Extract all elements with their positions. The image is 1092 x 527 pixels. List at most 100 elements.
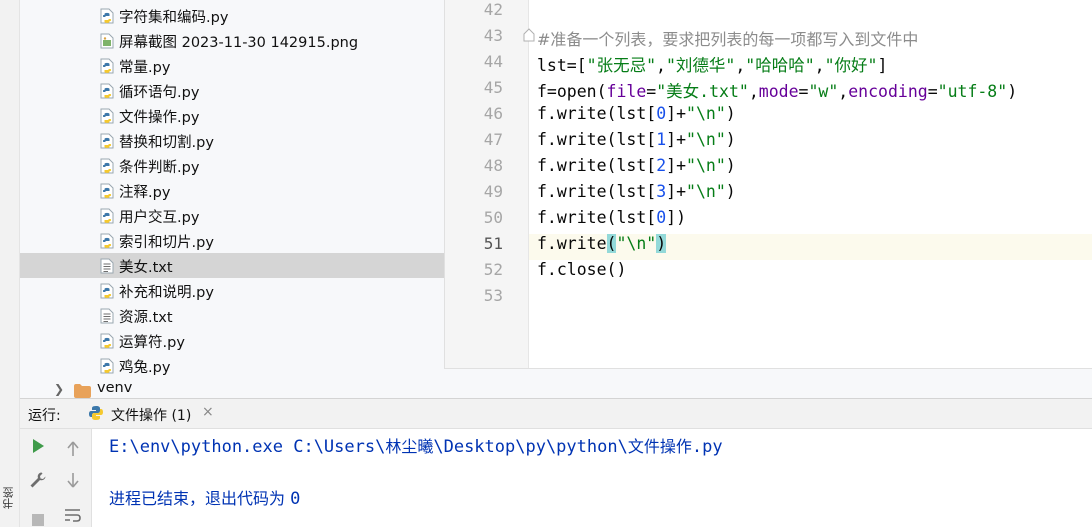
tree-file-item[interactable]: 条件判断.py — [20, 153, 444, 178]
run-tab[interactable]: 文件操作 (1) × — [84, 399, 220, 429]
file-name: 美女.txt — [119, 260, 173, 276]
tree-folder-venv[interactable]: ❯ venv — [20, 378, 444, 398]
code-token: ]) — [666, 208, 687, 227]
text-file-icon — [100, 308, 114, 324]
console-exit-line: 进程已结束，退出代码为 0 — [109, 485, 300, 509]
code-token: f.write — [537, 234, 607, 253]
wrench-icon — [30, 472, 46, 488]
bookmarks-tab[interactable]: 书签 — [1, 470, 19, 526]
code-number: 0 — [656, 208, 667, 227]
code-token: f.close() — [537, 260, 627, 279]
code-line-47: f.write(lst[1]+"\n") — [537, 130, 736, 149]
code-token: ) — [725, 104, 736, 123]
editor-bottom-area — [444, 368, 1092, 398]
code-token: , — [656, 56, 666, 75]
code-token: ]+ — [666, 182, 687, 201]
code-token: ]+ — [666, 156, 687, 175]
tree-file-item[interactable]: 注释.py — [20, 178, 444, 203]
code-number: 2 — [656, 156, 667, 175]
tree-file-item[interactable]: 字符集和编码.py — [20, 3, 444, 28]
tree-file-item[interactable]: 替换和切割.py — [20, 128, 444, 153]
soft-wrap-button[interactable] — [61, 503, 85, 527]
code-number: 0 — [656, 104, 667, 123]
line-number: 44 — [483, 52, 503, 71]
code-line-44: lst=["张无忌","刘德华","哈哈哈","你好"] — [537, 52, 887, 76]
code-token: ) — [725, 182, 736, 201]
chevron-right-icon[interactable]: ❯ — [54, 382, 64, 396]
python-file-icon — [100, 358, 114, 374]
python-file-icon — [100, 83, 114, 99]
code-string: "\n" — [686, 104, 726, 123]
settings-button[interactable] — [26, 468, 50, 492]
tree-file-item[interactable]: 补充和说明.py — [20, 278, 444, 303]
code-token: ) — [725, 156, 736, 175]
line-number: 43 — [483, 26, 503, 45]
file-name: 文件操作.py — [119, 110, 200, 126]
code-token: ]+ — [666, 104, 687, 123]
code-token: , — [814, 56, 825, 75]
matched-bracket: ( — [606, 234, 617, 253]
close-icon[interactable]: × — [202, 404, 214, 420]
line-number: 42 — [483, 0, 503, 19]
file-name: 注释.py — [119, 185, 171, 201]
text-file-icon — [100, 258, 114, 274]
code-number: 3 — [656, 182, 667, 201]
folder-icon — [74, 384, 91, 398]
tree-file-item[interactable]: 文件操作.py — [20, 103, 444, 128]
file-name: 索引和切片.py — [119, 235, 214, 251]
console-text: \Desktop\py\python\ — [433, 437, 628, 457]
play-icon — [33, 439, 44, 453]
run-panel-header: 运行: 文件操作 (1) × — [20, 398, 1092, 429]
tree-file-item[interactable]: 美女.txt — [20, 253, 444, 278]
fold-marker-icon[interactable] — [523, 28, 535, 42]
code-token: ) — [725, 130, 736, 149]
code-token: ]+ — [666, 130, 687, 149]
code-token: = — [798, 82, 809, 101]
file-name: 鸡兔.py — [119, 360, 171, 376]
code-param: mode — [758, 82, 799, 101]
tree-file-item[interactable]: 循环语句.py — [20, 78, 444, 103]
code-token: f.write(lst[ — [537, 104, 657, 123]
code-string: "你好" — [824, 56, 878, 75]
console-output[interactable]: E:\env\python.exe C:\Users\林尘曦\Desktop\p… — [92, 429, 1092, 527]
tree-file-item[interactable]: 常量.py — [20, 53, 444, 78]
code-line-43: #准备一个列表，要求把列表的每一项都写入到文件中 — [537, 26, 918, 50]
scroll-down-button[interactable] — [61, 468, 85, 492]
line-number: 47 — [483, 130, 503, 149]
python-file-icon — [100, 58, 114, 74]
python-file-icon — [100, 183, 114, 199]
wrap-icon — [65, 509, 81, 522]
tree-file-item[interactable]: 鸡兔.py — [20, 353, 444, 378]
file-name: 补充和说明.py — [119, 285, 214, 301]
stop-button[interactable] — [26, 507, 50, 527]
rerun-button[interactable] — [26, 434, 50, 458]
tree-file-item[interactable]: 屏幕截图 2023-11-30 142915.png — [20, 28, 444, 53]
code-param: file — [606, 82, 647, 101]
code-token: , — [748, 82, 759, 101]
python-file-icon — [100, 208, 114, 224]
code-token: f.write(lst[ — [537, 156, 657, 175]
tree-file-item[interactable]: 索引和切片.py — [20, 228, 444, 253]
code-token: f.write(lst[ — [537, 208, 657, 227]
tree-file-item[interactable]: 运算符.py — [20, 328, 444, 353]
python-file-icon — [100, 8, 114, 24]
code-line-48: f.write(lst[2]+"\n") — [537, 156, 736, 175]
code-token: = — [646, 82, 657, 101]
tree-file-item[interactable]: 用户交互.py — [20, 203, 444, 228]
file-name: 用户交互.py — [119, 210, 200, 226]
code-token: f.write(lst[ — [537, 182, 657, 201]
code-line-46: f.write(lst[0]+"\n") — [537, 104, 736, 123]
console-text: .py — [691, 437, 723, 457]
code-line-52: f.close() — [537, 260, 626, 279]
tree-file-item[interactable]: 资源.txt — [20, 303, 444, 328]
code-line-49: f.write(lst[3]+"\n") — [537, 182, 736, 201]
code-token: ) — [1007, 82, 1018, 101]
code-string: "\n" — [616, 234, 657, 253]
code-line-45: f=open(file="美女.txt",mode="w",encoding="… — [537, 78, 1017, 102]
file-name: 条件判断.py — [119, 160, 200, 176]
code-string: "张无忌" — [586, 56, 657, 75]
scroll-up-button[interactable] — [61, 437, 85, 461]
code-string: "w" — [808, 82, 839, 101]
code-token: lst=[ — [537, 56, 587, 75]
code-editor[interactable]: 42 43 44 45 46 47 48 49 50 51 52 53 #准备一个列表，要求把列表的每… — [444, 0, 1092, 368]
